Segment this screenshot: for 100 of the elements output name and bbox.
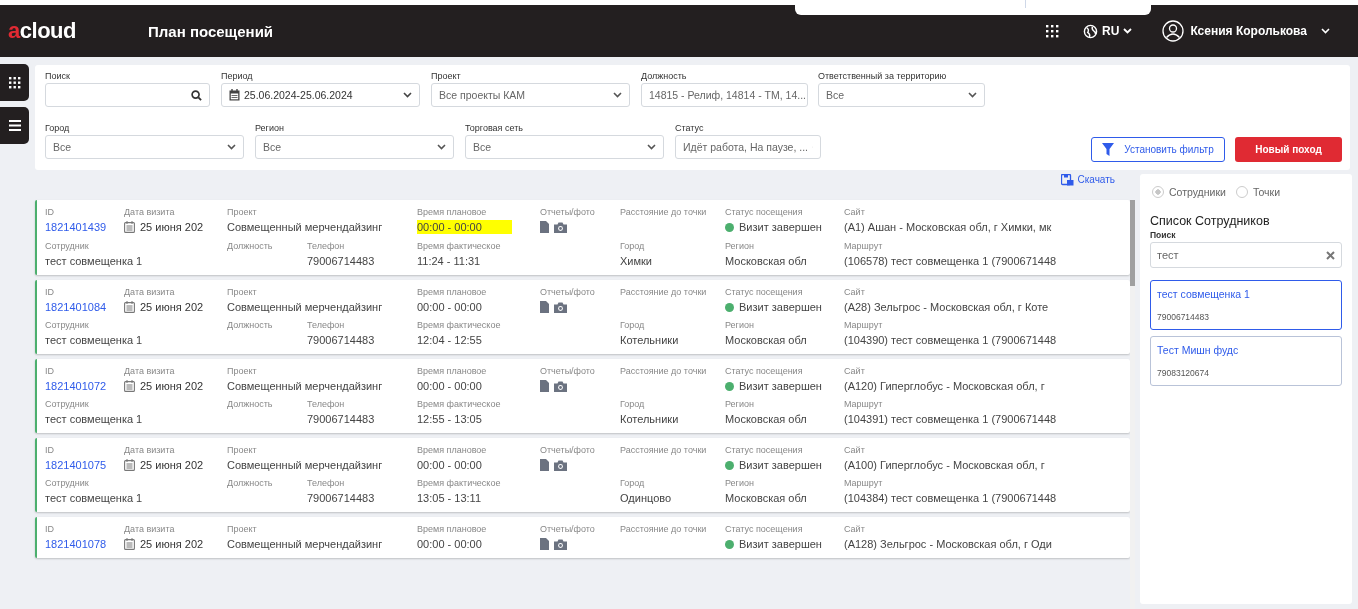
select-field[interactable]: Все (255, 135, 454, 159)
field-value: Московская обл (725, 492, 807, 504)
calendar-icon (229, 89, 240, 101)
camera-icon[interactable] (554, 459, 567, 471)
field-label: Дата визита (124, 207, 175, 217)
select-field[interactable]: Идёт работа, На паузе, ... (675, 135, 821, 159)
field-value: Московская обл (725, 413, 807, 425)
field-label: Регион (725, 241, 754, 251)
employee-result[interactable]: тест совмещенка 1 79006714483 (1150, 280, 1342, 330)
planned-time: 00:00 - 00:00 (417, 380, 482, 392)
filter-label: Проект (431, 71, 462, 81)
planned-time: 00:00 - 00:00 (417, 220, 512, 234)
page-title: План посещений (148, 22, 275, 40)
field-value: (А1) Ашан - Московская обл, г Химки, мк (844, 221, 1052, 233)
field-label: Проект (227, 445, 257, 455)
radio-option[interactable]: Точки (1235, 186, 1280, 198)
visit-date: 25 июня 202 (140, 221, 204, 233)
camera-icon[interactable] (554, 221, 567, 233)
field-value: (104384) тест совмещенка 1 (7900671448 (844, 492, 1057, 504)
new-visit-button[interactable]: Новый поход (1235, 137, 1342, 162)
visit-card[interactable] (35, 438, 1130, 512)
select-field[interactable]: Все (818, 83, 985, 107)
document-icon[interactable] (540, 459, 549, 471)
search-field[interactable] (45, 83, 210, 107)
camera-icon[interactable] (554, 380, 567, 392)
visit-id-link[interactable]: 1821401439 (45, 221, 107, 233)
visit-id-link[interactable]: 1821401075 (45, 459, 107, 471)
user-menu[interactable]: Ксения Королькова (1162, 20, 1330, 42)
field-label: Регион (725, 320, 754, 330)
field-label: Город (620, 320, 645, 330)
apps-grid-icon[interactable] (1045, 24, 1060, 38)
select-field[interactable]: Все (45, 135, 244, 159)
field-value: 12:04 - 12:55 (417, 334, 482, 346)
field-label: Сотрудник (45, 241, 89, 251)
apps-grid-button[interactable] (0, 64, 29, 101)
visit-date: 25 июня 202 (140, 538, 204, 550)
select-field[interactable]: Все (465, 135, 664, 159)
select-field[interactable]: Все проекты КАМ (431, 83, 630, 107)
visit-id-link[interactable]: 1821401084 (45, 301, 107, 313)
visit-date: 25 июня 202 (140, 380, 204, 392)
field-label: Город (620, 241, 645, 251)
field-value: тест совмещенка 1 (45, 413, 143, 425)
field-label: Маршрут (844, 399, 883, 409)
visit-card[interactable] (35, 359, 1130, 433)
calendar-icon (124, 221, 135, 233)
date-range-field[interactable]: 25.06.2024-25.06.2024 (221, 83, 420, 107)
employee-result[interactable]: Тест Мишн фудс 79083120674 (1150, 336, 1342, 386)
field-label: Время фактическое (417, 320, 501, 330)
field-label: Телефон (307, 320, 345, 330)
employee-phone: 79006714483 (1157, 312, 1210, 322)
field-label: Телефон (307, 241, 345, 251)
camera-icon[interactable] (554, 301, 567, 313)
visit-id-link[interactable]: 1821401078 (45, 538, 107, 550)
field-label: Дата визита (124, 524, 175, 534)
download-button[interactable]: Скачать (1060, 174, 1115, 188)
employee-name: тест совмещенка 1 (1157, 288, 1251, 300)
clear-icon[interactable] (1326, 250, 1335, 260)
calendar-icon (124, 459, 135, 471)
field-label: Дата визита (124, 366, 175, 376)
field-value: 79006714483 (307, 255, 375, 267)
radio-option[interactable]: Сотрудники (1152, 186, 1226, 198)
field-value: (104390) тест совмещенка 1 (7900671448 (844, 334, 1057, 346)
field-label: Время плановое (417, 207, 487, 217)
visit-id-link[interactable]: 1821401072 (45, 380, 107, 392)
field-label: Дата визита (124, 445, 175, 455)
planned-time: 00:00 - 00:00 (417, 538, 482, 550)
field-label: Отчеты/фото (540, 366, 595, 376)
select-field[interactable]: 14815 - Релиф, 14814 - ТМ, 14... (641, 83, 808, 107)
document-icon[interactable] (540, 221, 549, 233)
language-selector[interactable]: RU (1083, 23, 1133, 39)
document-icon[interactable] (540, 301, 549, 313)
document-icon[interactable] (540, 538, 549, 550)
field-label: Телефон (307, 478, 345, 488)
visit-card[interactable] (35, 280, 1130, 354)
field-label: Регион (725, 478, 754, 488)
field-value: (А28) Зельгрос - Московская обл, г Коте (844, 301, 1049, 313)
logo[interactable]: acloud (8, 18, 148, 44)
field-label: Сайт (844, 207, 865, 217)
field-label: Время плановое (417, 445, 487, 455)
field-label: Расстояние до точки (620, 445, 707, 455)
menu-icon (8, 120, 21, 131)
field-label: Сотрудник (45, 399, 89, 409)
field-label: Время плановое (417, 366, 487, 376)
field-label: Статус посещения (725, 366, 803, 376)
field-label: Расстояние до точки (620, 524, 707, 534)
visit-card[interactable] (35, 200, 1130, 275)
menu-button[interactable] (0, 107, 29, 144)
visit-card[interactable] (35, 517, 1130, 558)
filter-label: Поиск (45, 71, 71, 81)
camera-icon[interactable] (554, 538, 567, 550)
apply-filter-button[interactable]: Установить фильтр (1091, 137, 1225, 162)
field-value: Московская обл (725, 334, 807, 346)
filter-label: Статус (675, 123, 705, 133)
search-field[interactable]: тест (1150, 242, 1342, 268)
filter-label: Период (221, 71, 254, 81)
calendar-icon (124, 301, 135, 313)
field-label: ID (45, 524, 54, 534)
field-label: Город (620, 399, 645, 409)
search-label: Поиск (1150, 230, 1177, 240)
document-icon[interactable] (540, 380, 549, 392)
